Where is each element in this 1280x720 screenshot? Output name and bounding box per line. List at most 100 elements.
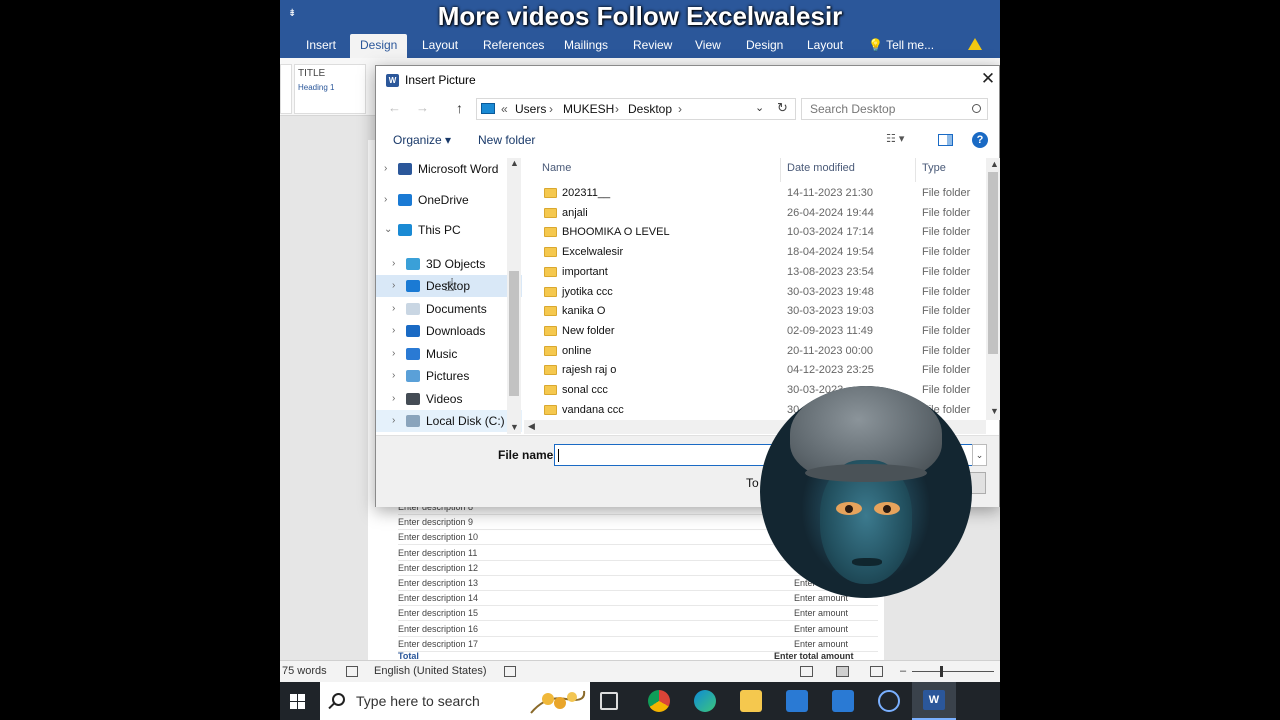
nav-item-microsoft-word[interactable]: › Microsoft Word	[376, 158, 522, 180]
nav-item-documents[interactable]: › Documents	[376, 298, 522, 320]
word-count[interactable]: 75 words	[282, 661, 327, 682]
preview-pane-icon[interactable]	[938, 134, 953, 146]
file-list-scrollbar-thumb[interactable]	[988, 172, 998, 354]
column-header-type[interactable]: Type	[922, 162, 946, 174]
column-divider[interactable]	[780, 158, 781, 182]
taskbar-word-app[interactable]: W	[912, 682, 956, 720]
organize-button[interactable]: Organize ▾	[393, 133, 451, 147]
chevron-right-icon[interactable]: ›	[392, 343, 395, 365]
close-button[interactable]: ✕	[978, 69, 998, 89]
tab-table-design[interactable]: Design	[746, 34, 783, 58]
up-folder-button[interactable]: ↑	[456, 100, 463, 116]
scroll-down-icon[interactable]: ▼	[990, 406, 999, 416]
tab-references[interactable]: References	[483, 34, 544, 58]
windows-start-icon[interactable]	[290, 694, 305, 709]
list-item[interactable]: important 13-08-2023 23:54 File folder	[536, 263, 976, 283]
zoom-out-button[interactable]: –	[900, 661, 906, 682]
column-header-name[interactable]: Name	[542, 162, 571, 174]
list-item[interactable]: jyotika ccc 30-03-2023 19:48 File folder	[536, 283, 976, 303]
style-thumbnail-partial[interactable]	[280, 64, 292, 114]
list-item[interactable]: rajesh raj o 04-12-2023 23:25 File folde…	[536, 361, 976, 381]
cortana-icon[interactable]	[878, 690, 900, 712]
chevron-right-icon[interactable]: ›	[392, 365, 395, 387]
chevron-right-icon[interactable]: ›	[392, 298, 395, 320]
scroll-down-icon[interactable]: ▼	[510, 422, 519, 432]
chevron-right-icon[interactable]: ›	[392, 253, 395, 275]
tools-button[interactable]: To	[746, 476, 759, 490]
nav-item-local-disk-d[interactable]: › Local Disk (D:)	[376, 433, 522, 435]
back-button[interactable]: ←	[388, 100, 401, 115]
tab-view[interactable]: View	[695, 34, 721, 58]
tab-table-layout[interactable]: Layout	[807, 34, 843, 58]
list-item[interactable]: BHOOMIKA O LEVEL 10-03-2024 17:14 File f…	[536, 223, 976, 243]
column-divider[interactable]	[915, 158, 916, 182]
tab-insert[interactable]: Insert	[306, 34, 336, 58]
print-layout-icon[interactable]	[836, 666, 849, 677]
task-view-icon[interactable]	[600, 692, 618, 710]
chevron-right-icon[interactable]: ›	[392, 433, 395, 435]
list-item[interactable]: anjali 26-04-2024 19:44 File folder	[536, 204, 976, 224]
mail-icon[interactable]	[832, 690, 854, 712]
new-folder-button[interactable]: New folder	[478, 133, 535, 147]
table-row[interactable]: Enter description 14 Enter amount	[398, 591, 878, 607]
chevron-right-icon[interactable]: ›	[392, 320, 395, 342]
scroll-left-icon[interactable]: ◀	[528, 421, 535, 432]
chevron-down-icon[interactable]: ⌄	[755, 101, 764, 114]
macro-icon[interactable]	[504, 666, 516, 677]
table-row[interactable]: Enter description 17 Enter amount	[398, 637, 878, 652]
chrome-icon[interactable]	[648, 690, 670, 712]
tab-review[interactable]: Review	[633, 34, 672, 58]
chevron-right-icon[interactable]: ›	[384, 158, 387, 180]
tab-design[interactable]: Design	[350, 34, 408, 58]
chevron-down-icon[interactable]: ⌄	[972, 444, 987, 466]
breadcrumb-desktop[interactable]: Desktop	[628, 102, 672, 116]
web-layout-icon[interactable]	[870, 666, 883, 677]
scroll-up-icon[interactable]: ▲	[990, 159, 999, 169]
file-explorer-icon[interactable]	[740, 690, 762, 712]
warning-icon[interactable]	[968, 38, 982, 50]
tab-layout[interactable]: Layout	[422, 34, 458, 58]
nav-item-pictures[interactable]: › Pictures	[376, 365, 522, 387]
language-indicator[interactable]: English (United States)	[374, 661, 487, 682]
chevron-right-icon[interactable]: ›	[392, 410, 395, 432]
edge-icon[interactable]	[694, 690, 716, 712]
nav-scrollbar-thumb[interactable]	[509, 271, 519, 396]
list-item[interactable]: Excelwalesir 18-04-2024 19:54 File folde…	[536, 243, 976, 263]
list-item[interactable]: 202311__ 14-11-2023 21:30 File folder	[536, 184, 976, 204]
nav-item-3d-objects[interactable]: › 3D Objects	[376, 253, 522, 275]
nav-item-onedrive[interactable]: › OneDrive	[376, 189, 522, 211]
taskbar-search-box[interactable]: Type here to search	[320, 682, 590, 720]
address-bar[interactable]: « Users › MUKESH › Desktop › ⌄ ↻	[476, 98, 796, 120]
list-item[interactable]: kanika O 30-03-2023 19:03 File folder	[536, 302, 976, 322]
help-button[interactable]: ?	[972, 132, 988, 148]
forward-button[interactable]: →	[416, 100, 429, 115]
table-row[interactable]: Enter description 15 Enter amount	[398, 606, 878, 622]
tell-me-box[interactable]: 💡 Tell me...	[868, 34, 934, 58]
chevron-down-icon[interactable]: ⌄	[384, 219, 392, 241]
proofing-icon[interactable]	[346, 666, 358, 677]
store-icon[interactable]	[786, 690, 808, 712]
chevron-right-icon[interactable]: ›	[392, 275, 395, 297]
zoom-slider[interactable]	[912, 671, 994, 672]
breadcrumb-mukesh[interactable]: MUKESH	[563, 102, 614, 116]
nav-item-videos[interactable]: › Videos	[376, 388, 522, 410]
tab-mailings[interactable]: Mailings	[564, 34, 608, 58]
nav-item-music[interactable]: › Music	[376, 343, 522, 365]
list-item[interactable]: New folder 02-09-2023 11:49 File folder	[536, 322, 976, 342]
address-overflow[interactable]: «	[501, 102, 508, 116]
nav-item-local-disk-c[interactable]: › Local Disk (C:)	[376, 410, 522, 432]
column-header-date[interactable]: Date modified	[787, 162, 855, 174]
change-view-button[interactable]: ☷ ▾	[886, 132, 922, 148]
chevron-right-icon[interactable]: ›	[392, 388, 395, 410]
refresh-icon[interactable]: ↻	[777, 100, 788, 116]
scroll-up-icon[interactable]: ▲	[510, 158, 519, 168]
nav-item-downloads[interactable]: › Downloads	[376, 320, 522, 342]
read-mode-icon[interactable]	[800, 666, 813, 677]
nav-item-this-pc[interactable]: ⌄ This PC	[376, 219, 522, 241]
breadcrumb-users[interactable]: Users	[515, 102, 546, 116]
search-input[interactable]: Search Desktop	[801, 98, 988, 120]
list-item[interactable]: online 20-11-2023 00:00 File folder	[536, 342, 976, 362]
style-thumbnail-title[interactable]: TITLE Heading 1	[294, 64, 366, 114]
table-row[interactable]: Enter description 16 Enter amount	[398, 622, 878, 637]
zoom-slider-thumb[interactable]	[940, 666, 943, 677]
